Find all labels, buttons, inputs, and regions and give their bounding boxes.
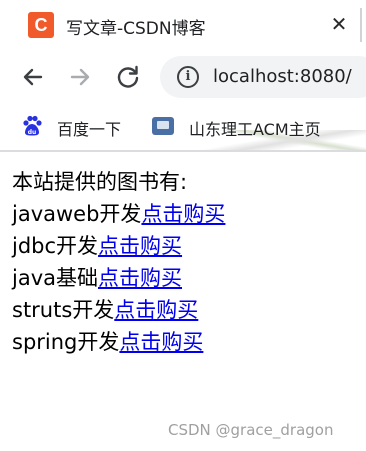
reload-icon: [117, 65, 139, 88]
buy-link[interactable]: 点击购买: [98, 234, 182, 258]
book-name: struts开发: [12, 298, 115, 322]
buy-link[interactable]: 点击购买: [98, 266, 182, 290]
browser-toolbar: i localhost:8080/: [0, 50, 366, 104]
tab-edge-divider: [360, 8, 362, 42]
site-info-icon[interactable]: i: [177, 66, 199, 88]
tab-title: 写文章-CSDN博客: [66, 19, 206, 39]
buy-link[interactable]: 点击购买: [119, 330, 203, 354]
arrow-left-icon: [23, 68, 43, 86]
forward-button[interactable]: [66, 63, 94, 91]
csdn-watermark: CSDN @grace_dragon: [168, 421, 334, 439]
baidu-paw-icon: du: [20, 114, 44, 138]
book-name: spring开发: [12, 330, 120, 354]
buy-link[interactable]: 点击购买: [141, 202, 225, 226]
back-button[interactable]: [19, 63, 47, 91]
book-name: java基础: [12, 266, 98, 290]
reload-button[interactable]: [114, 63, 142, 91]
acm-page-icon: [152, 117, 174, 135]
book-name: jdbc开发: [12, 234, 99, 258]
intro-text: 本站提供的图书有:: [12, 170, 188, 194]
toolbar-divider: [0, 150, 366, 152]
browser-tab[interactable]: C 写文章-CSDN博客 ✕: [0, 0, 362, 50]
tab-strip: C 写文章-CSDN博客 ✕: [0, 0, 366, 50]
csdn-favicon-icon: C: [28, 12, 54, 38]
close-tab-icon[interactable]: ✕: [328, 12, 350, 36]
book-row: javaweb开发点击购买: [12, 198, 362, 230]
buy-link[interactable]: 点击购买: [114, 298, 198, 322]
book-row: java基础点击购买: [12, 262, 362, 294]
bookmarks-bar: du 百度一下 山东理工ACM主页: [0, 104, 366, 150]
arrow-right-icon: [70, 68, 90, 86]
book-row: struts开发点击购买: [12, 294, 362, 326]
page-content: 本站提供的图书有: javaweb开发点击购买 jdbc开发点击购买 java基…: [12, 166, 362, 358]
address-bar[interactable]: i localhost:8080/: [160, 56, 366, 98]
svg-text:du: du: [28, 129, 37, 136]
url-text[interactable]: localhost:8080/: [213, 66, 352, 87]
bookmark-baidu-label: 百度一下: [57, 120, 122, 139]
book-row: spring开发点击购买: [12, 326, 362, 358]
book-name: javaweb开发: [12, 202, 142, 226]
bookmark-acm-label: 山东理工ACM主页: [189, 120, 321, 139]
book-row: jdbc开发点击购买: [12, 230, 362, 262]
